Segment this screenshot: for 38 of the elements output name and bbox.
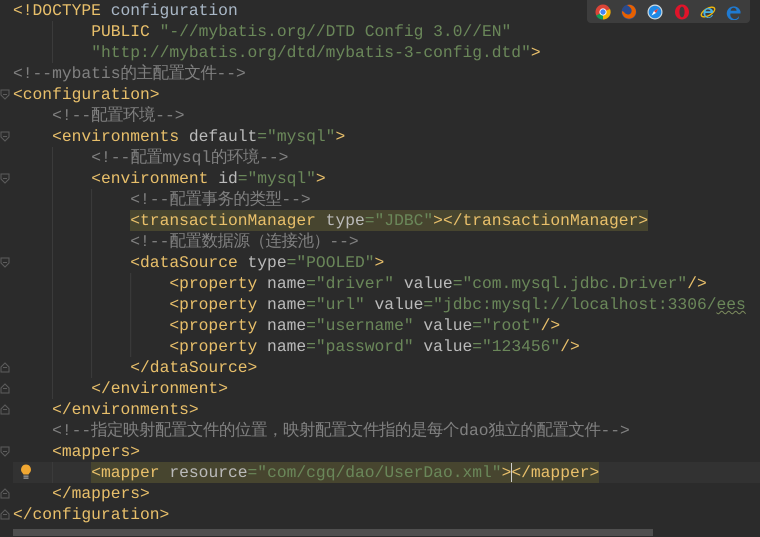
code-line: <!--mybatis的主配置文件--> [13,63,246,84]
fold-marker-icon[interactable] [0,131,10,142]
code-line: </dataSource> [130,357,258,378]
lightbulb-icon[interactable] [20,464,32,480]
code-line: <dataSource type="POOLED"> [130,252,384,273]
fold-marker-icon[interactable] [0,446,10,457]
code-line: <!--配置mysql的环境--> [91,147,288,168]
horizontal-scrollbar[interactable] [13,529,653,536]
fold-marker-icon[interactable] [0,257,10,268]
code-line: <property name="username" value="root"/> [169,315,560,336]
code-line: <property name="password" value="123456"/> [169,336,580,357]
code-line: PUBLIC "-//mybatis.org//DTD Config 3.0//EN" [91,21,512,42]
code-line: "http://mybatis.org/dtd/mybatis-3-config.dtd"> [91,42,541,63]
code-line: <!--指定映射配置文件的位置，映射配置文件指的是每个dao独立的配置文件--> [52,420,630,441]
browser-icon[interactable] [595,4,612,20]
code-line: <!DOCTYPE configuration [13,0,238,21]
code-line: </mappers> [52,483,150,504]
code-line: <property name="url" value="jdbc:mysql://localhost:3306/ees [169,294,746,315]
fold-marker-icon[interactable] [0,89,10,100]
code-line: </environments> [52,399,199,420]
fold-marker-icon[interactable] [0,173,10,184]
code-line: </configuration> [13,504,170,525]
code-line: </environment> [91,378,228,399]
code-line: <configuration> [13,84,160,105]
code-line: <!--配置环境--> [52,105,184,126]
code-line: <property name="driver" value="com.mysql.jdbc.Driver"/> [169,273,707,294]
code-line: <!--配置事务的类型--> [130,189,311,210]
fold-marker-icon[interactable] [0,488,10,499]
fold-marker-icon[interactable] [0,404,10,415]
browser-icon[interactable] [647,4,664,20]
code-line: <mappers> [52,441,140,462]
fold-marker-icon[interactable] [0,509,10,520]
code-line: <environments default="mysql"> [52,126,346,147]
fold-marker-icon[interactable] [0,383,10,394]
code-line: <!--配置数据源（连接池）--> [130,231,359,252]
fold-marker-icon[interactable] [0,362,10,373]
browser-icon[interactable] [700,4,716,20]
code-line: <environment id="mysql"> [91,168,326,189]
